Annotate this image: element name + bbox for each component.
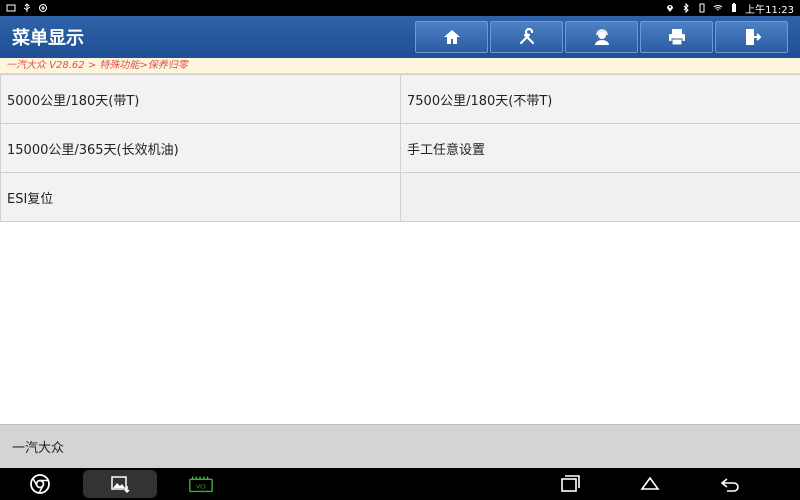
usb-icon <box>22 3 32 13</box>
vci-button[interactable]: VCI <box>186 470 216 498</box>
back-button[interactable] <box>716 470 744 498</box>
recent-apps-button[interactable] <box>555 470 583 498</box>
menu-item-5000km[interactable]: 5000公里/180天(带T) <box>0 74 401 124</box>
screenshot-icon <box>6 3 16 13</box>
tools-icon <box>519 27 534 45</box>
back-icon <box>720 478 739 492</box>
chrome-icon <box>30 474 50 494</box>
recent-apps-icon <box>561 475 580 492</box>
page-title: 菜单显示 <box>12 28 84 49</box>
menu-item-esi-reset[interactable]: ESI复位 <box>0 172 401 222</box>
battery-icon <box>729 3 739 13</box>
status-bar: 上午11:23 <box>0 0 800 16</box>
breadcrumb: 一汽大众 V28.62 > 特殊功能>保养归零 <box>0 58 800 74</box>
home-nav-icon <box>640 476 660 490</box>
navigation-bar: VCI <box>0 468 800 500</box>
support-icon <box>594 29 609 45</box>
screenshot-button[interactable] <box>83 470 157 498</box>
diagnose-button[interactable] <box>490 21 563 53</box>
exit-icon <box>745 29 761 45</box>
menu-item-15000km[interactable]: 15000公里/365天(长效机油) <box>0 123 401 173</box>
gallery-icon <box>111 476 130 494</box>
clock: 上午11:23 <box>745 4 794 16</box>
toolbar <box>415 21 788 53</box>
menu-item-manual-setting[interactable]: 手工任意设置 <box>400 123 800 173</box>
vci-label: VCI <box>196 485 206 491</box>
wifi-icon <box>713 3 723 13</box>
printer-icon <box>668 29 685 46</box>
menu-area: 5000公里/180天(带T) 7500公里/180天(不带T) 15000公里… <box>0 74 800 424</box>
print-button[interactable] <box>640 21 713 53</box>
vci-icon: VCI <box>189 476 213 493</box>
footer-bar: 一汽大众 <box>0 424 800 468</box>
bluetooth-icon <box>681 3 691 13</box>
app-header: 菜单显示 <box>0 16 800 58</box>
home-nav-button[interactable] <box>636 470 664 498</box>
menu-item-7500km[interactable]: 7500公里/180天(不带T) <box>400 74 800 124</box>
home-button[interactable] <box>415 21 488 53</box>
menu-item-empty <box>400 172 800 222</box>
vibrate-icon <box>697 3 707 13</box>
debug-icon <box>38 3 48 13</box>
home-icon <box>443 30 460 44</box>
location-icon <box>665 3 675 13</box>
menu-grid: 5000公里/180天(带T) 7500公里/180天(不带T) 15000公里… <box>0 74 800 222</box>
browser-button[interactable] <box>26 470 54 498</box>
help-button[interactable] <box>565 21 638 53</box>
exit-button[interactable] <box>715 21 788 53</box>
footer-vehicle-label: 一汽大众 <box>12 441 65 456</box>
